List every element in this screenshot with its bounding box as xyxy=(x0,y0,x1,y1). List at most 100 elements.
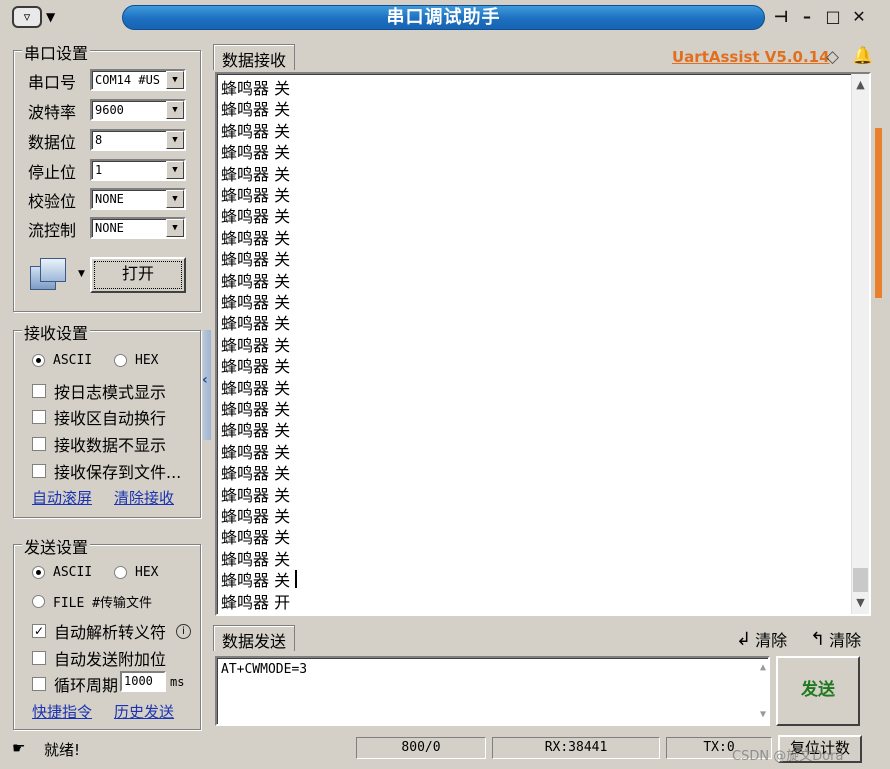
receive-hex-radio[interactable]: HEX xyxy=(114,353,158,368)
receive-line: 蜂鸣器 关 xyxy=(221,164,291,184)
send-ascii-radio[interactable]: ASCII xyxy=(32,565,92,580)
receive-scrollbar[interactable]: ▲ ▼ xyxy=(851,74,869,614)
chevron-down-icon[interactable]: ▼ xyxy=(166,161,184,179)
watermark: CSDN @旋文Dora xyxy=(732,749,844,764)
status-text: 就绪! xyxy=(44,741,81,759)
hide-data-checkbox[interactable]: 接收数据不显示 xyxy=(32,432,166,456)
pointing-hand-icon: ☛ xyxy=(12,739,26,757)
radio-icon[interactable] xyxy=(32,595,45,608)
clear-receive-link[interactable]: 清除接收 xyxy=(114,487,174,508)
send-input[interactable]: AT+CWMODE=3 ▲ ▼ xyxy=(215,656,770,726)
tab-data-send[interactable]: 数据发送 xyxy=(213,625,296,651)
close-button[interactable]: ✕ xyxy=(848,6,870,28)
receive-line: 蜂鸣器 关 xyxy=(221,485,291,505)
clear-send-button[interactable]: ↲ 清除 xyxy=(736,627,787,651)
checkbox-icon[interactable] xyxy=(32,437,46,451)
bell-icon[interactable]: 🔔 xyxy=(852,46,873,66)
pin-icon[interactable]: ⊣ xyxy=(770,6,792,28)
shortcut-commands-link[interactable]: 快捷指令 xyxy=(32,701,92,722)
auto-wrap-checkbox[interactable]: 接收区自动换行 xyxy=(32,405,166,429)
chevron-down-icon: ▼ xyxy=(46,10,56,24)
minimize-button[interactable]: – xyxy=(796,6,818,28)
receive-line: 蜂鸣器 关 xyxy=(221,335,291,355)
chevron-down-icon[interactable]: ▼ xyxy=(166,219,184,237)
rx-count: RX:38441 xyxy=(492,737,660,759)
checkbox-icon[interactable] xyxy=(32,410,46,424)
version-link[interactable]: UartAssist V5.0.14 xyxy=(672,48,830,66)
scroll-thumb[interactable] xyxy=(853,568,868,592)
send-button[interactable]: 发送 xyxy=(776,656,860,726)
parity-select[interactable]: NONE ▼ xyxy=(90,188,186,210)
port-value: COM14 #US xyxy=(95,73,161,87)
counter-panel: 800/0 xyxy=(356,737,486,759)
receive-line: 蜂鸣器 关 xyxy=(221,293,291,312)
receive-line: 蜂鸣器 开 xyxy=(221,592,291,612)
log-mode-label: 按日志模式显示 xyxy=(54,383,167,402)
cycle-label: 循环周期 xyxy=(54,676,119,695)
checkbox-icon[interactable] xyxy=(32,651,46,665)
checkbox-icon[interactable] xyxy=(32,384,46,398)
port-select[interactable]: COM14 #US ▼ xyxy=(90,69,186,91)
scroll-down-icon[interactable]: ▼ xyxy=(760,709,766,720)
clear-all-button[interactable]: ↰ 清除 xyxy=(810,627,861,651)
chevron-down-icon[interactable]: ▼ xyxy=(166,190,184,208)
receive-area[interactable]: 蜂鸣器 关蜂鸣器 关蜂鸣器 关蜂鸣器 关蜂鸣器 关蜂鸣器 关蜂鸣器 关蜂鸣器 关… xyxy=(215,72,871,616)
receive-line: 蜂鸣器 关 xyxy=(221,79,291,98)
receive-line: 蜂鸣器 关 xyxy=(221,186,291,205)
databits-value: 8 xyxy=(95,133,103,147)
info-icon[interactable]: i xyxy=(176,623,192,639)
collapse-left-icon[interactable]: ‹ xyxy=(202,372,208,388)
log-mode-checkbox[interactable]: 按日志模式显示 xyxy=(32,379,166,403)
cycle-period-input[interactable]: 1000 xyxy=(120,671,166,692)
serial-settings-group: 串口设置 串口号 COM14 #US ▼ 波特率 9600 ▼ 数据位 8 ▼ 停止位… xyxy=(13,40,201,312)
port-windows-icon[interactable] xyxy=(28,256,72,296)
flow-value: NONE xyxy=(95,221,124,235)
maximize-button[interactable]: □ xyxy=(822,6,844,28)
side-accent-bar xyxy=(875,128,882,298)
send-settings-group: 发送设置 ASCII HEX FILE #传输文件 ✓ 自动解析转义符 i 自动发送… xyxy=(13,534,201,730)
send-file-radio[interactable]: FILE #传输文件 xyxy=(32,592,152,611)
escape-checkbox[interactable]: ✓ 自动解析转义符 i xyxy=(32,619,192,643)
receive-line: 蜂鸣器 关 xyxy=(221,314,291,334)
radio-icon[interactable] xyxy=(114,354,127,367)
stopbits-value: 1 xyxy=(95,163,103,177)
send-file-label: FILE #传输文件 xyxy=(53,596,152,611)
checkbox-icon[interactable] xyxy=(32,677,46,691)
send-ascii-label: ASCII xyxy=(53,565,93,580)
receive-settings-title: 接收设置 xyxy=(22,320,91,344)
scroll-up-icon[interactable]: ▲ xyxy=(760,662,766,673)
diamond-icon[interactable]: ◇ xyxy=(826,47,839,67)
checkmark-icon[interactable]: ✓ xyxy=(32,624,46,638)
chevron-down-icon[interactable]: ▼ xyxy=(78,269,85,279)
cycle-checkbox[interactable]: 循环周期 xyxy=(32,672,118,696)
receive-line: 蜂鸣器 关 xyxy=(221,250,291,270)
receive-line: 蜂鸣器 关 xyxy=(221,143,291,163)
receive-ascii-radio[interactable]: ASCII xyxy=(32,353,92,368)
flow-select[interactable]: NONE ▼ xyxy=(90,217,186,239)
system-menu[interactable]: ▿ ▼ xyxy=(12,5,64,29)
baud-select[interactable]: 9600 ▼ xyxy=(90,99,186,121)
send-hex-radio[interactable]: HEX xyxy=(114,565,158,580)
chevron-down-icon[interactable]: ▼ xyxy=(166,101,184,119)
receive-line: 蜂鸣器 关 xyxy=(221,400,291,419)
scroll-up-icon[interactable]: ▲ xyxy=(852,76,869,94)
open-port-button[interactable]: 打开 xyxy=(90,257,186,293)
stopbits-select[interactable]: 1 ▼ xyxy=(90,159,186,181)
radio-selected-icon[interactable] xyxy=(32,566,45,579)
chevron-down-icon[interactable]: ▼ xyxy=(166,71,184,89)
receive-ascii-label: ASCII xyxy=(53,353,93,368)
save-file-checkbox[interactable]: 接收保存到文件... xyxy=(32,459,181,483)
tab-data-receive[interactable]: 数据接收 xyxy=(213,44,296,70)
chevron-down-icon[interactable]: ▼ xyxy=(166,131,184,149)
append-bit-checkbox[interactable]: 自动发送附加位 xyxy=(32,646,166,670)
send-history-link[interactable]: 历史发送 xyxy=(114,701,174,722)
checkbox-icon[interactable] xyxy=(32,464,46,478)
scroll-down-icon[interactable]: ▼ xyxy=(852,594,869,612)
receive-line: 蜂鸣器 关 xyxy=(221,442,291,462)
receive-line: 蜂鸣器 关 xyxy=(221,378,291,398)
radio-icon[interactable] xyxy=(114,566,127,579)
receive-settings-group: 接收设置 ASCII HEX 按日志模式显示 接收区自动换行 接收数据不显示 接… xyxy=(13,320,201,518)
auto-scroll-link[interactable]: 自动滚屏 xyxy=(32,487,92,508)
radio-selected-icon[interactable] xyxy=(32,354,45,367)
databits-select[interactable]: 8 ▼ xyxy=(90,129,186,151)
